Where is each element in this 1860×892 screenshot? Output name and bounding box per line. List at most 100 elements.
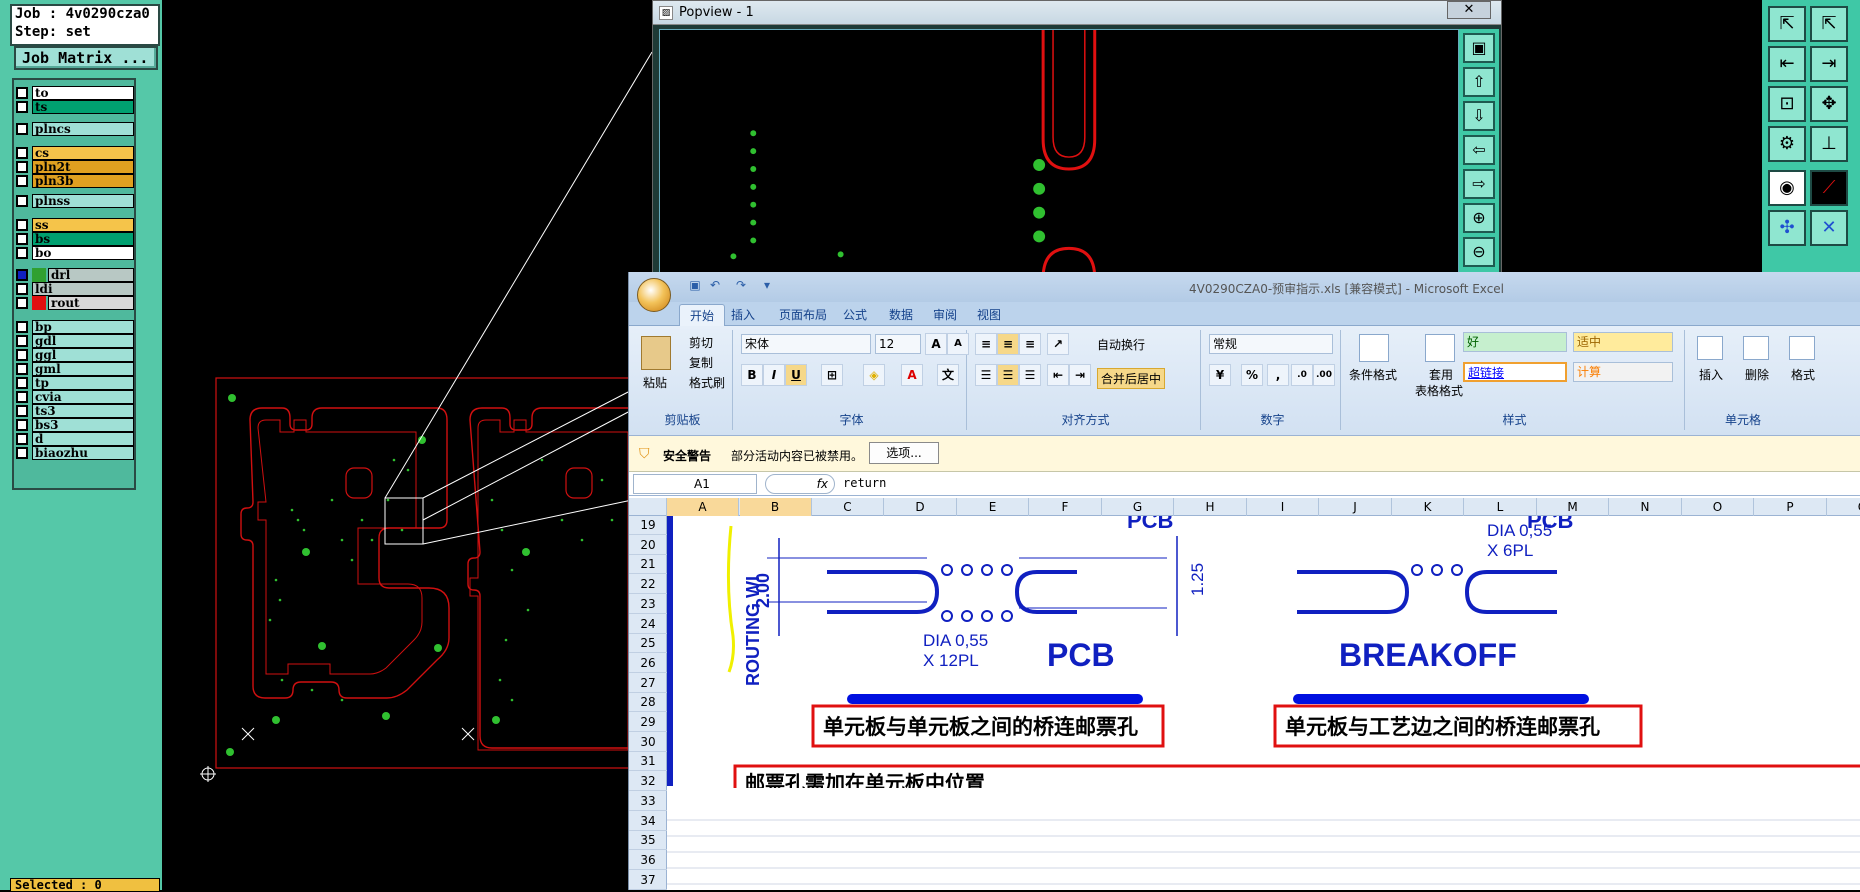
pan-left-button[interactable]: ⇦ xyxy=(1463,135,1495,165)
layer-checkbox[interactable] xyxy=(16,349,28,361)
layer-checkbox[interactable] xyxy=(16,247,28,259)
layer-row-pln3b[interactable]: pln3b xyxy=(16,174,134,188)
row-header[interactable]: 29 xyxy=(629,713,667,732)
close-button[interactable]: ✕ xyxy=(1447,1,1491,19)
table-format-icon[interactable] xyxy=(1425,334,1455,362)
layer-checkbox[interactable] xyxy=(16,419,28,431)
increase-indent-button[interactable]: ⇥ xyxy=(1069,364,1091,386)
tool-button-7[interactable]: ⚙ xyxy=(1768,126,1806,162)
undo-icon[interactable]: ↶ xyxy=(707,278,723,294)
row-header[interactable]: 31 xyxy=(629,752,667,772)
phonetic-button[interactable]: 文 xyxy=(937,364,959,386)
style-neutral[interactable]: 适中 xyxy=(1573,332,1673,352)
column-header[interactable]: H xyxy=(1175,498,1247,516)
table-format-label-2[interactable]: 表格格式 xyxy=(1415,382,1463,399)
layer-checkbox[interactable] xyxy=(16,147,28,159)
column-header[interactable]: C xyxy=(812,498,884,516)
layer-checkbox[interactable] xyxy=(16,377,28,389)
layer-row-bo[interactable]: bo xyxy=(16,246,134,260)
layer-checkbox[interactable] xyxy=(16,87,28,99)
insert-cells-icon[interactable] xyxy=(1697,336,1723,360)
row-header[interactable]: 34 xyxy=(629,812,667,831)
row-header[interactable]: 32 xyxy=(629,772,667,792)
pan-right-button[interactable]: ⇨ xyxy=(1463,169,1495,199)
style-calc[interactable]: 计算 xyxy=(1573,362,1673,382)
tool-button-1[interactable]: ⇱ xyxy=(1768,6,1806,42)
align-middle-button[interactable]: ≡ xyxy=(997,333,1019,355)
ribbon-tab-4[interactable]: 数据 xyxy=(879,304,923,326)
orientation-button[interactable]: ↗ xyxy=(1047,333,1069,355)
column-header[interactable]: J xyxy=(1320,498,1392,516)
layer-checkbox[interactable] xyxy=(16,219,28,231)
layer-row-gdl[interactable]: gdl xyxy=(16,334,134,348)
ribbon-tab-3[interactable]: 公式 xyxy=(833,304,877,326)
wrap-text-button[interactable]: 自动换行 xyxy=(1097,336,1145,353)
format-cells-button[interactable]: 格式 xyxy=(1791,366,1815,383)
options-button[interactable]: 选项... xyxy=(869,442,939,464)
ribbon-tab-2[interactable]: 页面布局 xyxy=(769,304,837,326)
layer-checkbox[interactable] xyxy=(16,269,28,281)
row-header[interactable]: 21 xyxy=(629,555,667,575)
layer-row-plncs[interactable]: plncs xyxy=(16,122,134,136)
layer-row-gml[interactable]: gml xyxy=(16,362,134,376)
paste-button[interactable]: 粘贴 xyxy=(643,374,667,391)
row-header[interactable]: 27 xyxy=(629,674,667,693)
zoom-in-button[interactable]: ⊕ xyxy=(1463,203,1495,233)
customize-toolbar-icon[interactable]: ▾ xyxy=(759,278,775,294)
excel-titlebar[interactable]: ▣ ↶ ↷ ▾ 4V0290CZA0-预审指示.xls [兼容模式] - Mic… xyxy=(629,272,1860,302)
layer-row-bs[interactable]: bs xyxy=(16,232,134,246)
font-name-select[interactable]: 宋体 xyxy=(741,334,871,354)
layer-checkbox[interactable] xyxy=(16,175,28,187)
fx-icon[interactable]: fx xyxy=(765,474,835,494)
insert-cells-button[interactable]: 插入 xyxy=(1699,366,1723,383)
layer-row-bp[interactable]: bp xyxy=(16,320,134,334)
tool-button-4[interactable]: ⇥ xyxy=(1810,46,1848,82)
row-header[interactable]: 30 xyxy=(629,733,667,752)
align-center-button[interactable]: ☰ xyxy=(997,364,1019,386)
layer-checkbox[interactable] xyxy=(16,297,28,309)
layer-row-ts[interactable]: ts xyxy=(16,100,134,114)
decrease-indent-button[interactable]: ⇤ xyxy=(1047,364,1069,386)
ribbon-tab-6[interactable]: 视图 xyxy=(967,304,1011,326)
layer-row-to[interactable]: to xyxy=(16,86,134,100)
layer-row-biaozhu[interactable]: biaozhu xyxy=(16,446,134,460)
column-header[interactable]: B xyxy=(739,498,812,516)
job-matrix-button[interactable]: Job Matrix ... xyxy=(14,46,158,70)
zoom-out-button[interactable]: ⊖ xyxy=(1463,237,1495,267)
row-header[interactable]: 24 xyxy=(629,615,667,634)
layer-checkbox[interactable] xyxy=(16,433,28,445)
layer-row-d[interactable]: d xyxy=(16,432,134,446)
row-header[interactable]: 36 xyxy=(629,851,667,870)
column-header[interactable]: Q xyxy=(1827,498,1860,516)
formula-input[interactable]: return xyxy=(843,476,886,490)
column-header[interactable]: D xyxy=(885,498,957,516)
layer-row-bs3[interactable]: bs3 xyxy=(16,418,134,432)
tool-button-8[interactable]: ⊥ xyxy=(1810,126,1848,162)
percent-button[interactable]: % xyxy=(1241,364,1263,386)
column-header[interactable]: N xyxy=(1610,498,1682,516)
conditional-format-button[interactable]: 条件格式 xyxy=(1349,366,1397,383)
redo-icon[interactable]: ↷ xyxy=(733,278,749,294)
layer-row-ldi[interactable]: ldi xyxy=(16,282,134,296)
conditional-format-icon[interactable] xyxy=(1359,334,1389,362)
row-header[interactable]: 33 xyxy=(629,792,667,811)
row-header[interactable]: 37 xyxy=(629,871,667,890)
format-cells-icon[interactable] xyxy=(1789,336,1815,360)
row-header[interactable]: 22 xyxy=(629,575,667,595)
layer-checkbox[interactable] xyxy=(16,101,28,113)
layer-row-tp[interactable]: tp xyxy=(16,376,134,390)
column-header[interactable]: K xyxy=(1392,498,1464,516)
layer-checkbox[interactable] xyxy=(16,391,28,403)
tool-button-12[interactable]: ✕ xyxy=(1810,210,1848,246)
row-header[interactable]: 23 xyxy=(629,595,667,614)
underline-button[interactable]: U xyxy=(785,364,807,386)
align-left-button[interactable]: ☰ xyxy=(975,364,997,386)
layer-row-pln2t[interactable]: pln2t xyxy=(16,160,134,174)
name-box[interactable]: A1 xyxy=(633,474,757,494)
align-top-button[interactable]: ≡ xyxy=(975,333,997,355)
row-header[interactable]: 26 xyxy=(629,654,667,673)
comma-button[interactable]: , xyxy=(1267,364,1289,386)
layer-checkbox[interactable] xyxy=(16,233,28,245)
ribbon-tab-0[interactable]: 开始 xyxy=(679,304,726,326)
layer-row-rout[interactable]: rout xyxy=(16,296,134,310)
